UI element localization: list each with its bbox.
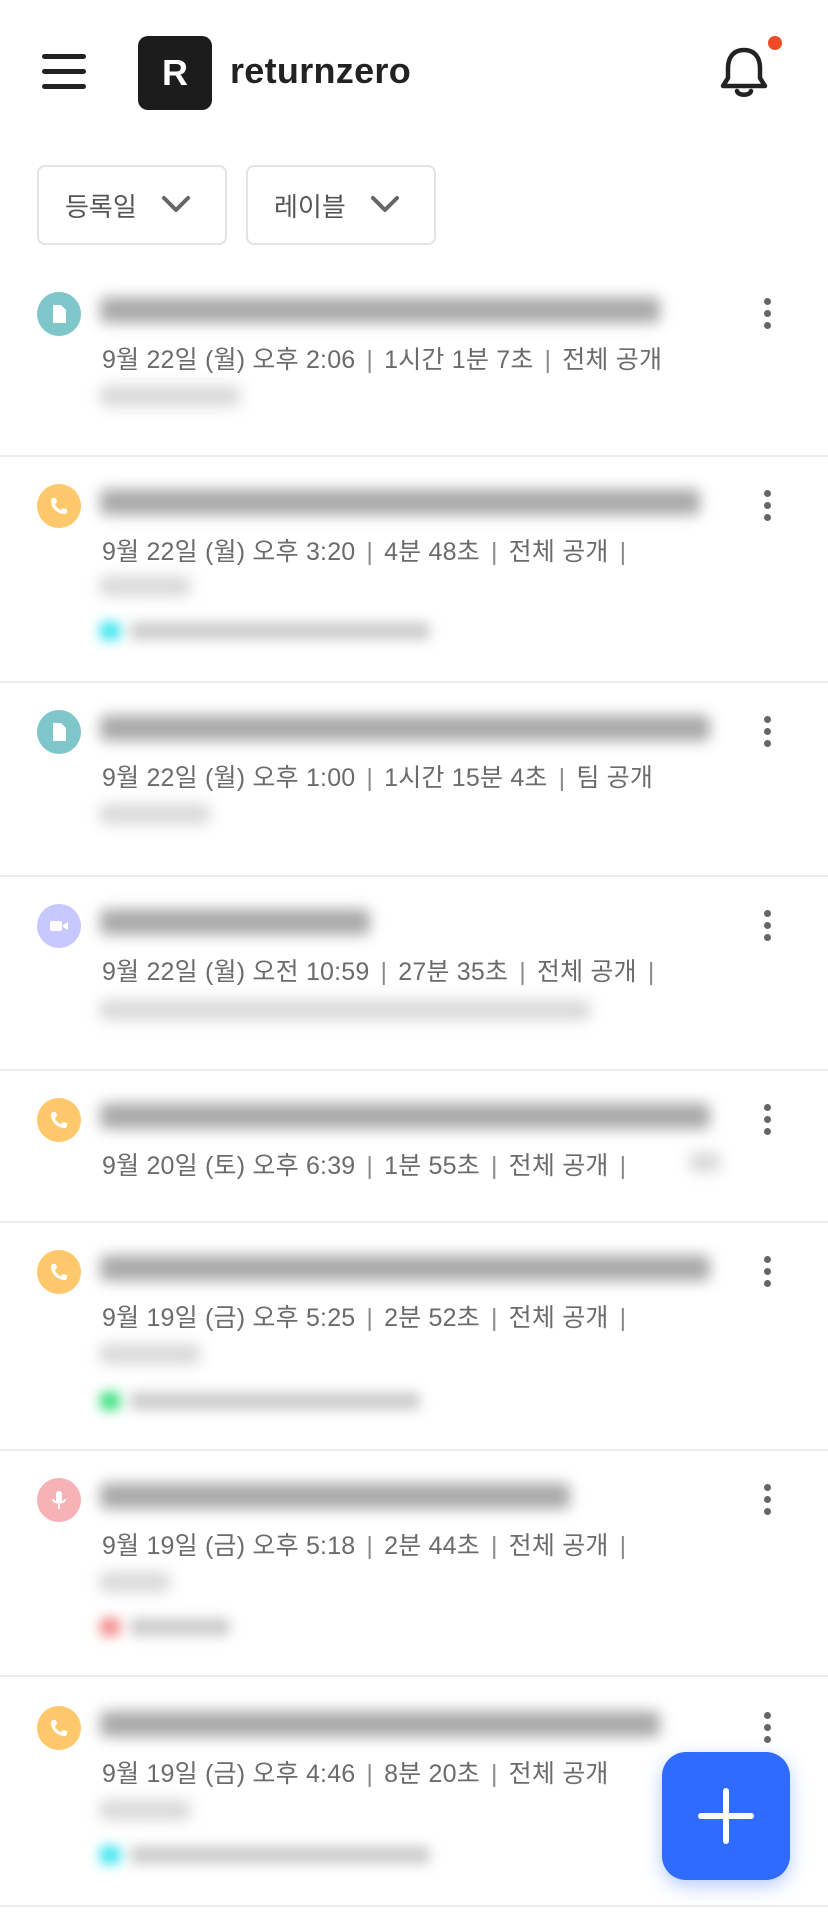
- item-duration: 8분 20초: [384, 1760, 480, 1788]
- notification-dot: [768, 36, 782, 50]
- list-item[interactable]: 9월 20일 (토) 오후 6:39 | 1분 55초 | 전체 공개 |: [0, 1072, 828, 1222]
- item-duration: 1시간 1분 7초: [384, 346, 534, 374]
- item-date: 9월 19일 (금) 오후 4:46: [102, 1760, 356, 1788]
- item-visibility: 전체 공개: [508, 1304, 609, 1332]
- phone-icon: [37, 1098, 81, 1142]
- chevron-down-icon: [371, 196, 399, 212]
- divider: [0, 1069, 828, 1071]
- item-meta: 9월 19일 (금) 오후 5:25 | 2분 52초 | 전체 공개 |: [102, 1304, 627, 1332]
- item-date: 9월 22일 (월) 오후 2:06: [102, 346, 356, 374]
- phone-icon: [37, 484, 81, 528]
- more-options-icon[interactable]: [752, 1478, 782, 1522]
- divider: [0, 875, 828, 877]
- item-title-redacted: [100, 1103, 710, 1129]
- item-title-redacted: [100, 715, 710, 741]
- filter-label-dropdown[interactable]: 레이블: [246, 165, 436, 245]
- item-owner-redacted: [100, 1344, 200, 1364]
- item-owner-redacted: [690, 1152, 720, 1172]
- divider: [0, 1449, 828, 1451]
- item-duration: 2분 44초: [384, 1532, 480, 1560]
- item-owner-redacted: [100, 1800, 190, 1820]
- item-owner-redacted: [100, 804, 210, 824]
- hamburger-icon[interactable]: [40, 52, 88, 92]
- item-duration: 27분 35초: [398, 958, 509, 986]
- item-meta: 9월 22일 (월) 오후 3:20 | 4분 48초 | 전체 공개 |: [102, 538, 627, 566]
- divider: [0, 455, 828, 457]
- item-label-redacted: [100, 1616, 240, 1636]
- item-duration: 1시간 15분 4초: [384, 764, 548, 792]
- item-duration: 4분 48초: [384, 538, 480, 566]
- divider: [0, 1221, 828, 1223]
- more-options-icon[interactable]: [752, 710, 782, 754]
- list-item[interactable]: 9월 19일 (금) 오후 5:25 | 2분 52초 | 전체 공개 |: [0, 1224, 828, 1448]
- filter-date-label: 등록일: [65, 191, 137, 222]
- more-options-icon[interactable]: [752, 292, 782, 336]
- chevron-down-icon: [162, 196, 190, 212]
- item-label-redacted: [100, 620, 440, 640]
- phone-icon: [37, 1706, 81, 1750]
- item-visibility: 팀 공개: [576, 764, 654, 792]
- add-recording-button[interactable]: [662, 1752, 790, 1880]
- divider: [0, 681, 828, 683]
- item-date: 9월 19일 (금) 오후 5:25: [102, 1304, 356, 1332]
- video-icon: [37, 904, 81, 948]
- item-visibility: 전체 공개: [536, 958, 637, 986]
- item-meta: 9월 22일 (월) 오후 2:06 | 1시간 1분 7초 | 전체 공개: [102, 346, 663, 374]
- more-options-icon[interactable]: [752, 1250, 782, 1294]
- item-visibility: 전체 공개: [508, 1152, 609, 1180]
- divider: [0, 1675, 828, 1677]
- document-icon: [37, 710, 81, 754]
- item-owner-redacted: [100, 386, 240, 406]
- item-date: 9월 22일 (월) 오후 1:00: [102, 764, 356, 792]
- workspace-logo-letter: R: [162, 52, 188, 93]
- list-item[interactable]: 9월 22일 (월) 오후 2:06 | 1시간 1분 7초 | 전체 공개: [0, 270, 828, 456]
- item-owner-redacted: [100, 576, 190, 596]
- more-options-icon[interactable]: [752, 1098, 782, 1142]
- item-date: 9월 20일 (토) 오후 6:39: [102, 1152, 356, 1180]
- item-visibility: 전체 공개: [508, 1760, 609, 1788]
- item-meta: 9월 22일 (월) 오후 1:00 | 1시간 15분 4초 | 팀 공개: [102, 764, 654, 792]
- plus-icon-vertical: [723, 1788, 729, 1844]
- more-options-icon[interactable]: [752, 1706, 782, 1750]
- item-visibility: 전체 공개: [562, 346, 663, 374]
- document-icon: [37, 292, 81, 336]
- more-options-icon[interactable]: [752, 484, 782, 528]
- list-item[interactable]: 9월 22일 (월) 오후 1:00 | 1시간 15분 4초 | 팀 공개: [0, 684, 828, 876]
- bell-icon[interactable]: [718, 44, 770, 100]
- filter-date-dropdown[interactable]: 등록일: [37, 165, 227, 245]
- item-owner-redacted: [100, 1572, 170, 1592]
- item-date: 9월 22일 (월) 오전 10:59: [102, 958, 370, 986]
- item-visibility: 전체 공개: [508, 1532, 609, 1560]
- item-title-redacted: [100, 909, 370, 935]
- item-meta: 9월 19일 (금) 오후 5:18 | 2분 44초 | 전체 공개 |: [102, 1532, 627, 1560]
- item-label-redacted: [100, 1390, 430, 1410]
- item-title-redacted: [100, 1255, 710, 1281]
- list-item[interactable]: 9월 19일 (금) 오후 5:18 | 2분 44초 | 전체 공개 |: [0, 1452, 828, 1674]
- item-meta: 9월 19일 (금) 오후 4:46 | 8분 20초 | 전체 공개: [102, 1760, 609, 1788]
- item-duration: 1분 55초: [384, 1152, 480, 1180]
- item-date: 9월 22일 (월) 오후 3:20: [102, 538, 356, 566]
- item-date: 9월 19일 (금) 오후 5:18: [102, 1532, 356, 1560]
- filter-label-label: 레이블: [274, 191, 346, 222]
- workspace-logo[interactable]: R: [138, 36, 212, 110]
- item-meta: 9월 22일 (월) 오전 10:59 | 27분 35초 | 전체 공개 |: [102, 958, 655, 986]
- item-label-redacted: [100, 1844, 440, 1864]
- list-item[interactable]: 9월 22일 (월) 오후 3:20 | 4분 48초 | 전체 공개 |: [0, 458, 828, 680]
- item-owner-redacted: [100, 1000, 590, 1020]
- list-item[interactable]: 9월 22일 (월) 오전 10:59 | 27분 35초 | 전체 공개 |: [0, 878, 828, 1070]
- microphone-icon: [37, 1478, 81, 1522]
- item-title-redacted: [100, 1483, 570, 1509]
- item-title-redacted: [100, 1711, 660, 1737]
- item-duration: 2분 52초: [384, 1304, 480, 1332]
- phone-icon: [37, 1250, 81, 1294]
- item-title-redacted: [100, 489, 700, 515]
- item-title-redacted: [100, 297, 660, 323]
- divider: [0, 1905, 828, 1907]
- workspace-name[interactable]: returnzero: [230, 50, 411, 92]
- item-meta: 9월 20일 (토) 오후 6:39 | 1분 55초 | 전체 공개 |: [102, 1152, 627, 1180]
- more-options-icon[interactable]: [752, 904, 782, 948]
- app-header: R returnzero: [0, 0, 828, 150]
- item-visibility: 전체 공개: [508, 538, 609, 566]
